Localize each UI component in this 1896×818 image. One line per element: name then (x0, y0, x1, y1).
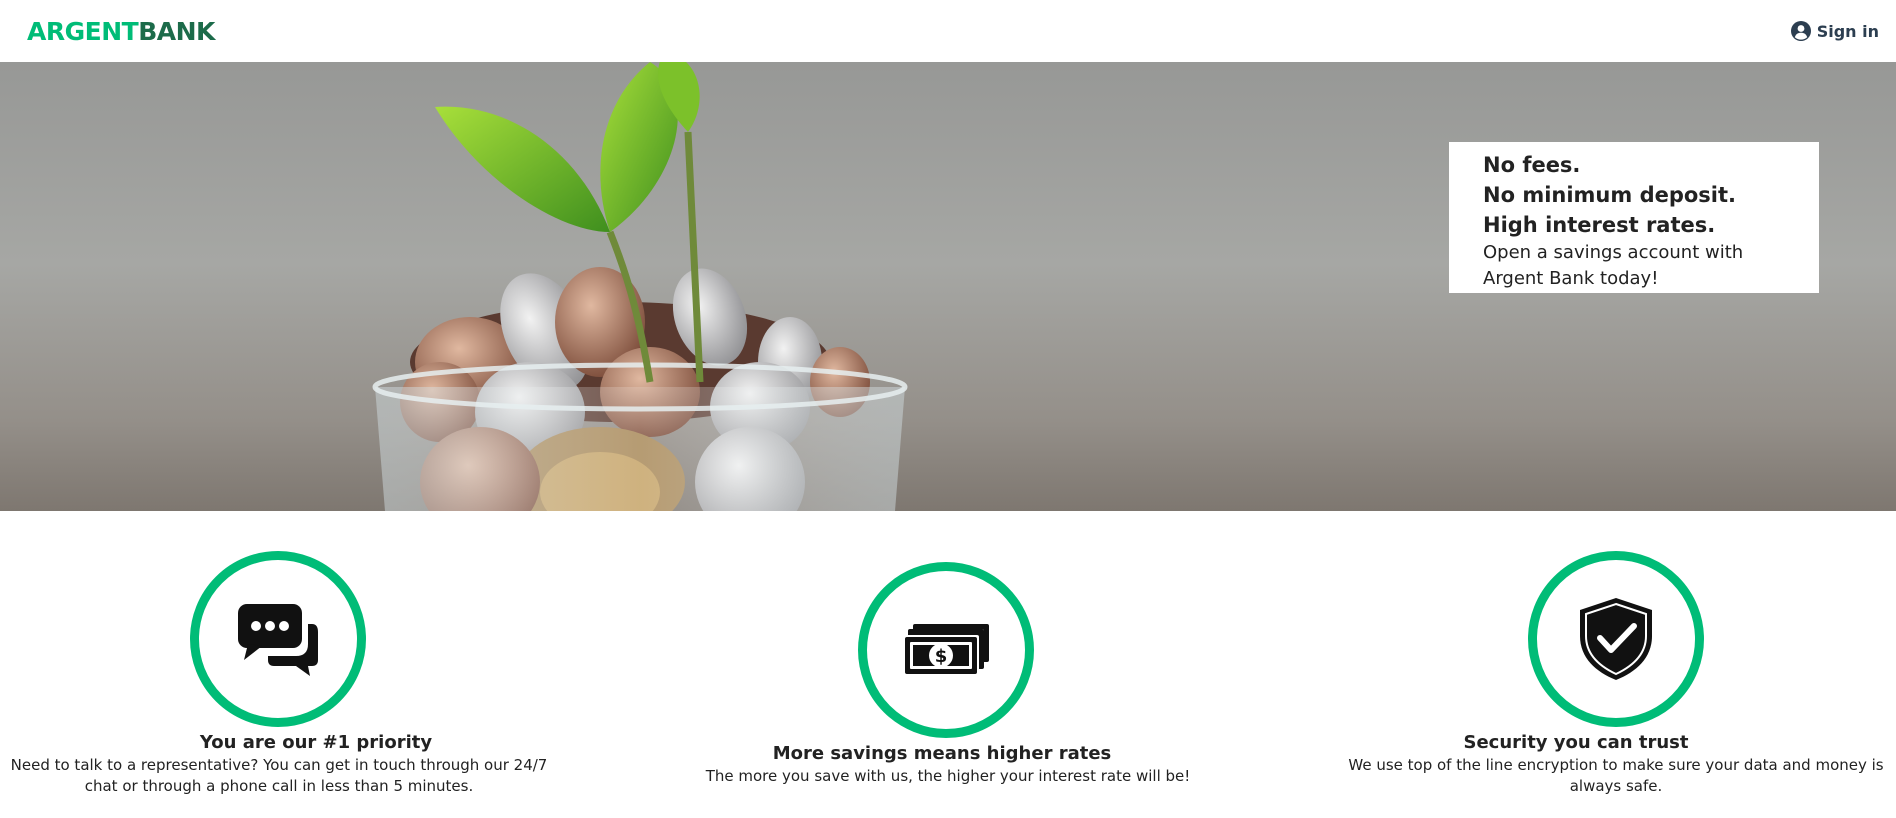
user-circle-icon (1790, 21, 1811, 41)
feature-title: Security you can trust (1463, 732, 1689, 753)
features-section: You are our #1 priority Need to talk to … (0, 511, 1896, 818)
feature-title: You are our #1 priority (199, 732, 433, 753)
hero-subtitle: No fees. (1483, 153, 1581, 177)
hero-text: Open a savings account with Argent Bank … (1483, 242, 1744, 289)
main-nav: ARGENT BANK Sign in (0, 0, 1896, 62)
feature-title: More savings means higher rates (772, 743, 1112, 764)
logo-text-bank: BANK (138, 16, 215, 46)
hero-content: No fees. No minimum deposit. High intere… (1449, 142, 1819, 293)
security-shield-icon (1580, 598, 1652, 680)
sign-in-label: Sign in (1816, 21, 1879, 41)
money-icon: $ (903, 624, 989, 676)
svg-text:$: $ (935, 646, 948, 667)
sign-in-link[interactable]: Sign in (1790, 21, 1879, 41)
logo-text-argent: ARGENT (27, 16, 139, 46)
feature-icon-circle (190, 551, 366, 727)
feature-description: Need to talk to a representative? You ca… (10, 756, 548, 795)
feature-description: The more you save with us, the higher yo… (705, 767, 1191, 785)
feature-icon-circle (1528, 551, 1704, 727)
feature-icon-circle: $ (858, 562, 1034, 738)
chat-icon (238, 604, 318, 676)
hero-subtitle: High interest rates. (1483, 213, 1716, 237)
hero-banner: No fees. No minimum deposit. High intere… (0, 62, 1896, 511)
feature-description: We use top of the line encryption to mak… (1348, 756, 1884, 795)
argent-bank-logo[interactable]: ARGENT BANK (27, 17, 215, 46)
hero-subtitle: No minimum deposit. (1483, 183, 1737, 207)
